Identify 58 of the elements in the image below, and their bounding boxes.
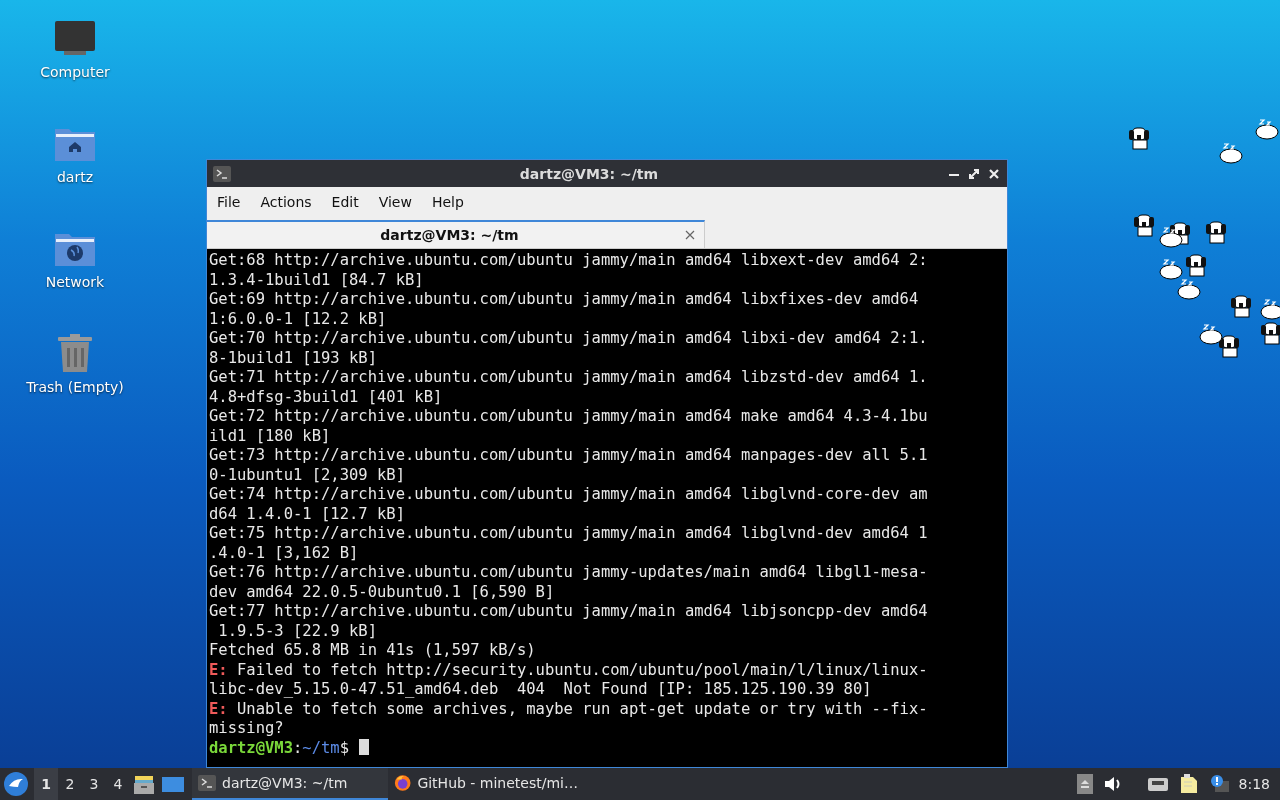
menu-item[interactable]: View	[372, 194, 420, 210]
terminal-line: 1.9.5-3 [22.9 kB]	[217, 621, 377, 641]
terminal-line: ild1 [180 kB]	[209, 426, 331, 446]
workspace-switch[interactable]: 4	[106, 768, 130, 800]
terminal-line: Get:70 http://archive.ubuntu.com/ubuntu jammy/main amd64 libxi-dev amd64 2:1.	[209, 329, 928, 349]
speaker-icon[interactable]	[1102, 774, 1121, 794]
close-icon[interactable]	[987, 166, 1001, 181]
menu-item[interactable]: File	[211, 194, 249, 210]
menu-item[interactable]: Help	[425, 194, 472, 210]
start-menu-icon[interactable]	[4, 772, 28, 796]
terminal-line: Get:74 http://archive.ubuntu.com/ubuntu jammy/main amd64 libglvnd-core-dev am	[209, 485, 928, 505]
terminal-line: 8-1build1 [193 kB]	[209, 348, 377, 368]
menu-item[interactable]: Edit	[325, 194, 367, 210]
terminal-line: Get:75 http://archive.ubuntu.com/ubuntu jammy/main amd64 libglvnd-dev amd64 1	[209, 524, 928, 544]
terminal-line: Get:72 http://archive.ubuntu.com/ubuntu jammy/main amd64 make amd64 4.3-4.1bu	[209, 407, 928, 427]
terminal-line: d64 1.4.0-1 [12.7 kB]	[209, 504, 405, 524]
show-desktop-icon[interactable]	[162, 774, 184, 794]
shell-prompt: dartz@VM3:~/tm$	[209, 738, 349, 757]
workspace-switch[interactable]: 1	[34, 768, 58, 800]
clipboard-icon[interactable]	[1178, 774, 1199, 794]
terminal-line: Get:76 http://archive.ubuntu.com/ubuntu jammy-updates/main amd64 libgl1-mesa-	[209, 563, 928, 583]
taskbar-task[interactable]: GitHub - minetest/mi…	[388, 768, 584, 800]
terminal-line: missing?	[209, 719, 284, 739]
maximize-icon[interactable]	[967, 166, 981, 181]
terminal-line: Get:71 http://archive.ubuntu.com/ubuntu jammy/main amd64 libzstd-dev amd64 1.	[209, 368, 928, 388]
terminal-line: .4.0-1 [3,162 B]	[209, 543, 359, 563]
terminal-icon	[213, 165, 231, 182]
desktop-icon-label[interactable]: Network	[45, 274, 105, 290]
workspace-switch[interactable]: 3	[82, 768, 106, 800]
terminal-line: 1:6.0.0-1 [12.2 kB]	[209, 309, 387, 329]
eject-icon[interactable]	[1076, 774, 1093, 794]
desktop-icon-label[interactable]: dartz	[56, 169, 94, 185]
terminal-line: Get:77 http://archive.ubuntu.com/ubuntu jammy/main amd64 libjsoncpp-dev amd64	[209, 602, 928, 622]
terminal-tab[interactable]: dartz@VM3: ~/tm	[207, 220, 705, 248]
file-cabinet-icon[interactable]	[134, 774, 154, 794]
terminal-line: E: Unable to fetch some archives, maybe run apt-get update or try with --fix-	[209, 699, 928, 719]
menu-item[interactable]: Actions	[254, 194, 320, 210]
clock[interactable]: 8:18	[1238, 776, 1270, 792]
fox-globe-icon	[394, 773, 412, 793]
monitor-icon[interactable]	[55, 21, 95, 55]
terminal-line: 4.8+dfsg-3build1 [401 kB]	[209, 387, 443, 407]
terminal-line: Get:68 http://archive.ubuntu.com/ubuntu jammy/main amd64 libxext-dev amd64 2:	[209, 251, 928, 271]
terminal-line: dev amd64 22.0.5-0ubuntu0.1 [6,590 B]	[209, 582, 555, 602]
workspace-switch[interactable]: 2	[58, 768, 82, 800]
terminal-line: Fetched 65.8 MB in 41s (1,597 kB/s)	[209, 641, 536, 661]
taskbar-task[interactable]: dartz@VM3: ~/tm	[192, 768, 388, 800]
tab-close-icon[interactable]	[684, 229, 696, 241]
window-title: dartz@VM3: ~/tm	[518, 165, 660, 182]
text-cursor	[359, 738, 369, 755]
terminal-line: 0-1ubuntu1 [2,309 kB]	[209, 465, 405, 485]
terminal-line: E: Failed to fetch http://security.ubuntu.com/ubuntu/pool/main/l/linux/linux-	[209, 660, 928, 680]
terminal-line: Get:73 http://archive.ubuntu.com/ubuntu jammy/main amd64 manpages-dev all 5.1	[209, 446, 928, 466]
terminal-icon	[198, 775, 216, 791]
notification-icon[interactable]	[1208, 774, 1229, 794]
terminal-line: 1.3.4-1build1 [84.7 kB]	[209, 270, 424, 290]
terminal-line: libc-dev_5.15.0-47.51_amd64.deb 404 Not Found [IP: 185.125.190.39 80]	[209, 680, 872, 700]
desktop-icon-label[interactable]: Trash (Empty)	[26, 379, 124, 395]
terminal-line: Get:69 http://archive.ubuntu.com/ubuntu jammy/main amd64 libxfixes-dev amd64	[209, 290, 919, 310]
